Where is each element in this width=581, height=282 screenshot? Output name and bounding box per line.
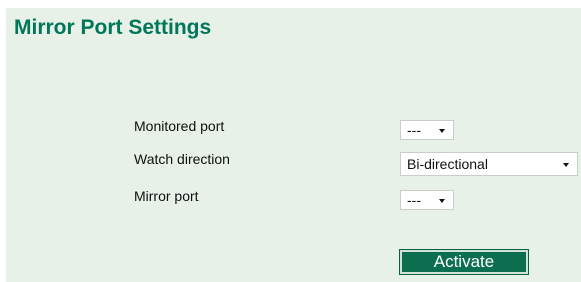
activate-button[interactable]: Activate — [399, 249, 529, 275]
page-title: Mirror Port Settings — [14, 16, 212, 39]
watch-direction-value: Bi-directional — [407, 156, 488, 172]
monitored-port-label: Monitored port — [134, 118, 225, 134]
mirror-port-label: Mirror port — [134, 188, 199, 204]
chevron-down-icon — [439, 129, 445, 133]
monitored-port-value: --- — [407, 122, 421, 138]
mirror-port-select[interactable]: --- — [400, 190, 454, 210]
mirror-port-value: --- — [407, 192, 421, 208]
chevron-down-icon — [563, 163, 569, 167]
watch-direction-label: Watch direction — [134, 151, 230, 167]
mirror-port-settings-panel: Mirror Port Settings Monitored port --- … — [6, 8, 581, 282]
chevron-down-icon — [439, 199, 445, 203]
watch-direction-select[interactable]: Bi-directional — [400, 152, 578, 176]
monitored-port-select[interactable]: --- — [400, 120, 454, 140]
